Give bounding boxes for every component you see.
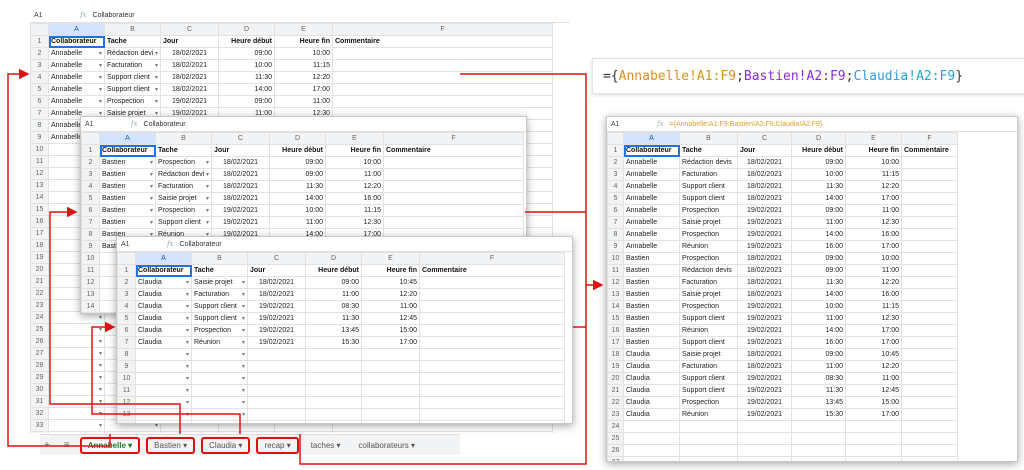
arrow-recap bbox=[299, 279, 604, 465]
connector-annabelle bbox=[460, 73, 587, 285]
connector-arrows bbox=[7, 68, 604, 465]
arrow-bastien bbox=[49, 206, 181, 434]
arrow-annabelle bbox=[7, 68, 111, 447]
arrow-claudia bbox=[91, 321, 241, 434]
